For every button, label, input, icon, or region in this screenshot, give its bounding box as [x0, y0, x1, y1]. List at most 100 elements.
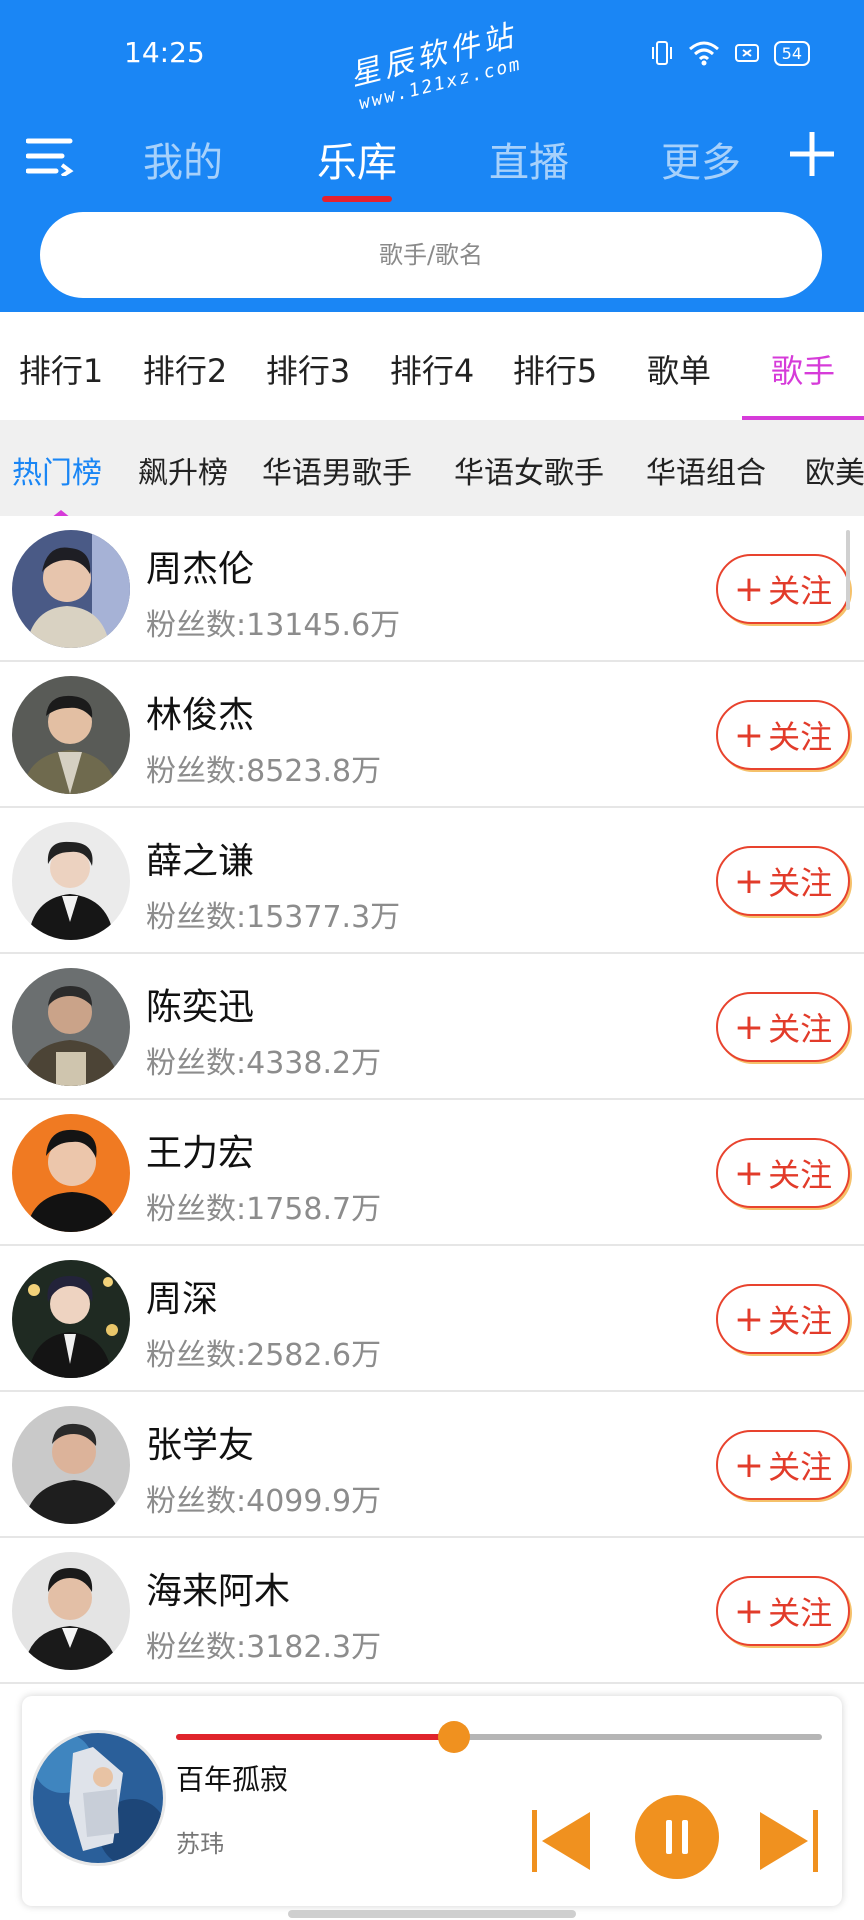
pause-button[interactable] [634, 1794, 720, 1884]
progress-fill [176, 1734, 454, 1740]
follow-button[interactable]: + 关注 [716, 554, 850, 624]
fan-count: 粉丝数:1758.7万 [146, 1192, 382, 1227]
list-item[interactable]: 周深 粉丝数:2582.6万 + 关注 [0, 1246, 864, 1392]
singer-name: 张学友 [146, 1425, 255, 1466]
follow-label: 关注 [768, 572, 833, 610]
progress-bar[interactable] [176, 1721, 822, 1753]
next-button[interactable] [756, 1808, 820, 1878]
progress-knob[interactable] [437, 1721, 470, 1753]
follow-button[interactable]: + 关注 [716, 846, 850, 916]
album-cover[interactable] [30, 1730, 166, 1866]
fan-count: 粉丝数:2582.6万 [146, 1338, 382, 1373]
follow-label: 关注 [768, 1010, 833, 1048]
singer-name: 薛之谦 [146, 841, 255, 882]
follow-button[interactable]: + 关注 [716, 700, 850, 770]
top-tab-live[interactable]: 直播 [474, 130, 584, 188]
avatar [12, 1114, 130, 1232]
fan-count: 粉丝数:8523.8万 [146, 754, 382, 789]
avatar [12, 968, 130, 1086]
screen-icon [734, 42, 760, 64]
sub-tab-chinese-female[interactable]: 华语女歌手 [454, 448, 604, 492]
pause-icon [635, 1795, 719, 1879]
fan-count: 粉丝数:15377.3万 [146, 900, 401, 935]
list-item[interactable]: 王力宏 粉丝数:1758.7万 + 关注 [0, 1100, 864, 1246]
list-item[interactable]: 张学友 粉丝数:4099.9万 + 关注 [0, 1392, 864, 1538]
plus-icon: + [733, 714, 765, 756]
list-item[interactable]: 海来阿木 粉丝数:3182.3万 + 关注 [0, 1538, 864, 1684]
previous-button[interactable] [530, 1808, 594, 1878]
avatar [12, 676, 130, 794]
plus-icon: + [733, 1298, 765, 1340]
list-item[interactable]: 林俊杰 粉丝数:8523.8万 + 关注 [0, 662, 864, 808]
top-tab-library[interactable]: 乐库 [302, 130, 412, 188]
singer-name: 周深 [146, 1279, 219, 1320]
plus-icon: + [733, 568, 765, 610]
rank-tab-singer[interactable]: 歌手 [742, 346, 864, 392]
rank-tab-bar: 排行1 排行2 排行3 排行4 排行5 歌单 歌手 [0, 312, 864, 420]
sub-tab-rising[interactable]: 飙升榜 [138, 448, 228, 492]
list-item[interactable]: 薛之谦 粉丝数:15377.3万 + 关注 [0, 808, 864, 954]
singer-name: 海来阿木 [146, 1571, 291, 1612]
search-bar[interactable] [40, 212, 822, 298]
rank-tab-3[interactable]: 排行3 [247, 346, 369, 392]
vibrate-icon [650, 40, 674, 66]
rank-tab-playlist[interactable]: 歌单 [618, 346, 740, 392]
singer-name: 林俊杰 [146, 695, 255, 736]
rank-tab-4[interactable]: 排行4 [371, 346, 493, 392]
follow-label: 关注 [768, 1448, 833, 1486]
follow-button[interactable]: + 关注 [716, 992, 850, 1062]
follow-label: 关注 [768, 1594, 833, 1632]
singer-name: 周杰伦 [146, 549, 255, 590]
list-item[interactable]: 周杰伦 粉丝数:13145.6万 + 关注 [0, 516, 864, 662]
singer-name: 王力宏 [146, 1133, 255, 1174]
follow-button[interactable]: + 关注 [716, 1138, 850, 1208]
plus-icon: + [733, 860, 765, 902]
follow-button[interactable]: + 关注 [716, 1576, 850, 1646]
rank-tab-5[interactable]: 排行5 [494, 346, 616, 392]
avatar [12, 1260, 130, 1378]
plus-icon: + [733, 1444, 765, 1486]
singer-name: 陈奕迅 [146, 987, 255, 1028]
mini-player[interactable]: 百年孤寂 苏玮 [22, 1696, 842, 1906]
status-icons: 54 [650, 40, 810, 66]
app-header: 14:25 星辰软件站 www.121xz.com 54 我的 乐库 直播 更多 [0, 0, 864, 312]
rank-tab-2[interactable]: 排行2 [124, 346, 246, 392]
avatar [12, 1552, 130, 1670]
plus-icon[interactable] [788, 130, 836, 178]
scrollbar[interactable] [846, 530, 850, 610]
active-tab-underline [322, 196, 392, 202]
plus-icon: + [733, 1152, 765, 1194]
top-tab-more[interactable]: 更多 [646, 130, 756, 188]
follow-label: 关注 [768, 864, 833, 902]
follow-label: 关注 [768, 1302, 833, 1340]
wifi-icon [688, 40, 720, 66]
fan-count: 粉丝数:4099.9万 [146, 1484, 382, 1519]
list-item[interactable]: 陈奕迅 粉丝数:4338.2万 + 关注 [0, 954, 864, 1100]
battery-icon: 54 [773, 40, 810, 66]
fan-count: 粉丝数:3182.3万 [146, 1630, 382, 1665]
sub-tab-chinese-group[interactable]: 华语组合 [646, 448, 766, 492]
home-indicator[interactable] [288, 1910, 576, 1918]
menu-icon[interactable] [25, 136, 74, 178]
follow-label: 关注 [768, 1156, 833, 1194]
watermark: 星辰软件站 www.121xz.com [345, 10, 526, 114]
song-artist: 苏玮 [176, 1830, 224, 1858]
sub-tab-hot[interactable]: 热门榜 [12, 448, 102, 492]
top-tab-mine[interactable]: 我的 [128, 130, 238, 188]
follow-button[interactable]: + 关注 [716, 1430, 850, 1500]
singer-list: 周杰伦 粉丝数:13145.6万 + 关注 林俊杰 粉丝数:8523.8万 + 关注… [0, 516, 864, 1684]
avatar [12, 822, 130, 940]
fan-count: 粉丝数:4338.2万 [146, 1046, 382, 1081]
rank-tab-1[interactable]: 排行1 [0, 346, 122, 392]
follow-button[interactable]: + 关注 [716, 1284, 850, 1354]
sub-tab-western[interactable]: 欧美 [805, 448, 864, 492]
search-input[interactable] [40, 241, 822, 269]
sub-tab-bar: 热门榜 飙升榜 华语男歌手 华语女歌手 华语组合 欧美 [0, 420, 864, 516]
sub-tab-chinese-male[interactable]: 华语男歌手 [262, 448, 412, 492]
avatar [12, 1406, 130, 1524]
plus-icon: + [733, 1590, 765, 1632]
song-title: 百年孤寂 [176, 1763, 289, 1796]
avatar [12, 530, 130, 648]
fan-count: 粉丝数:13145.6万 [146, 608, 401, 643]
plus-icon: + [733, 1006, 765, 1048]
